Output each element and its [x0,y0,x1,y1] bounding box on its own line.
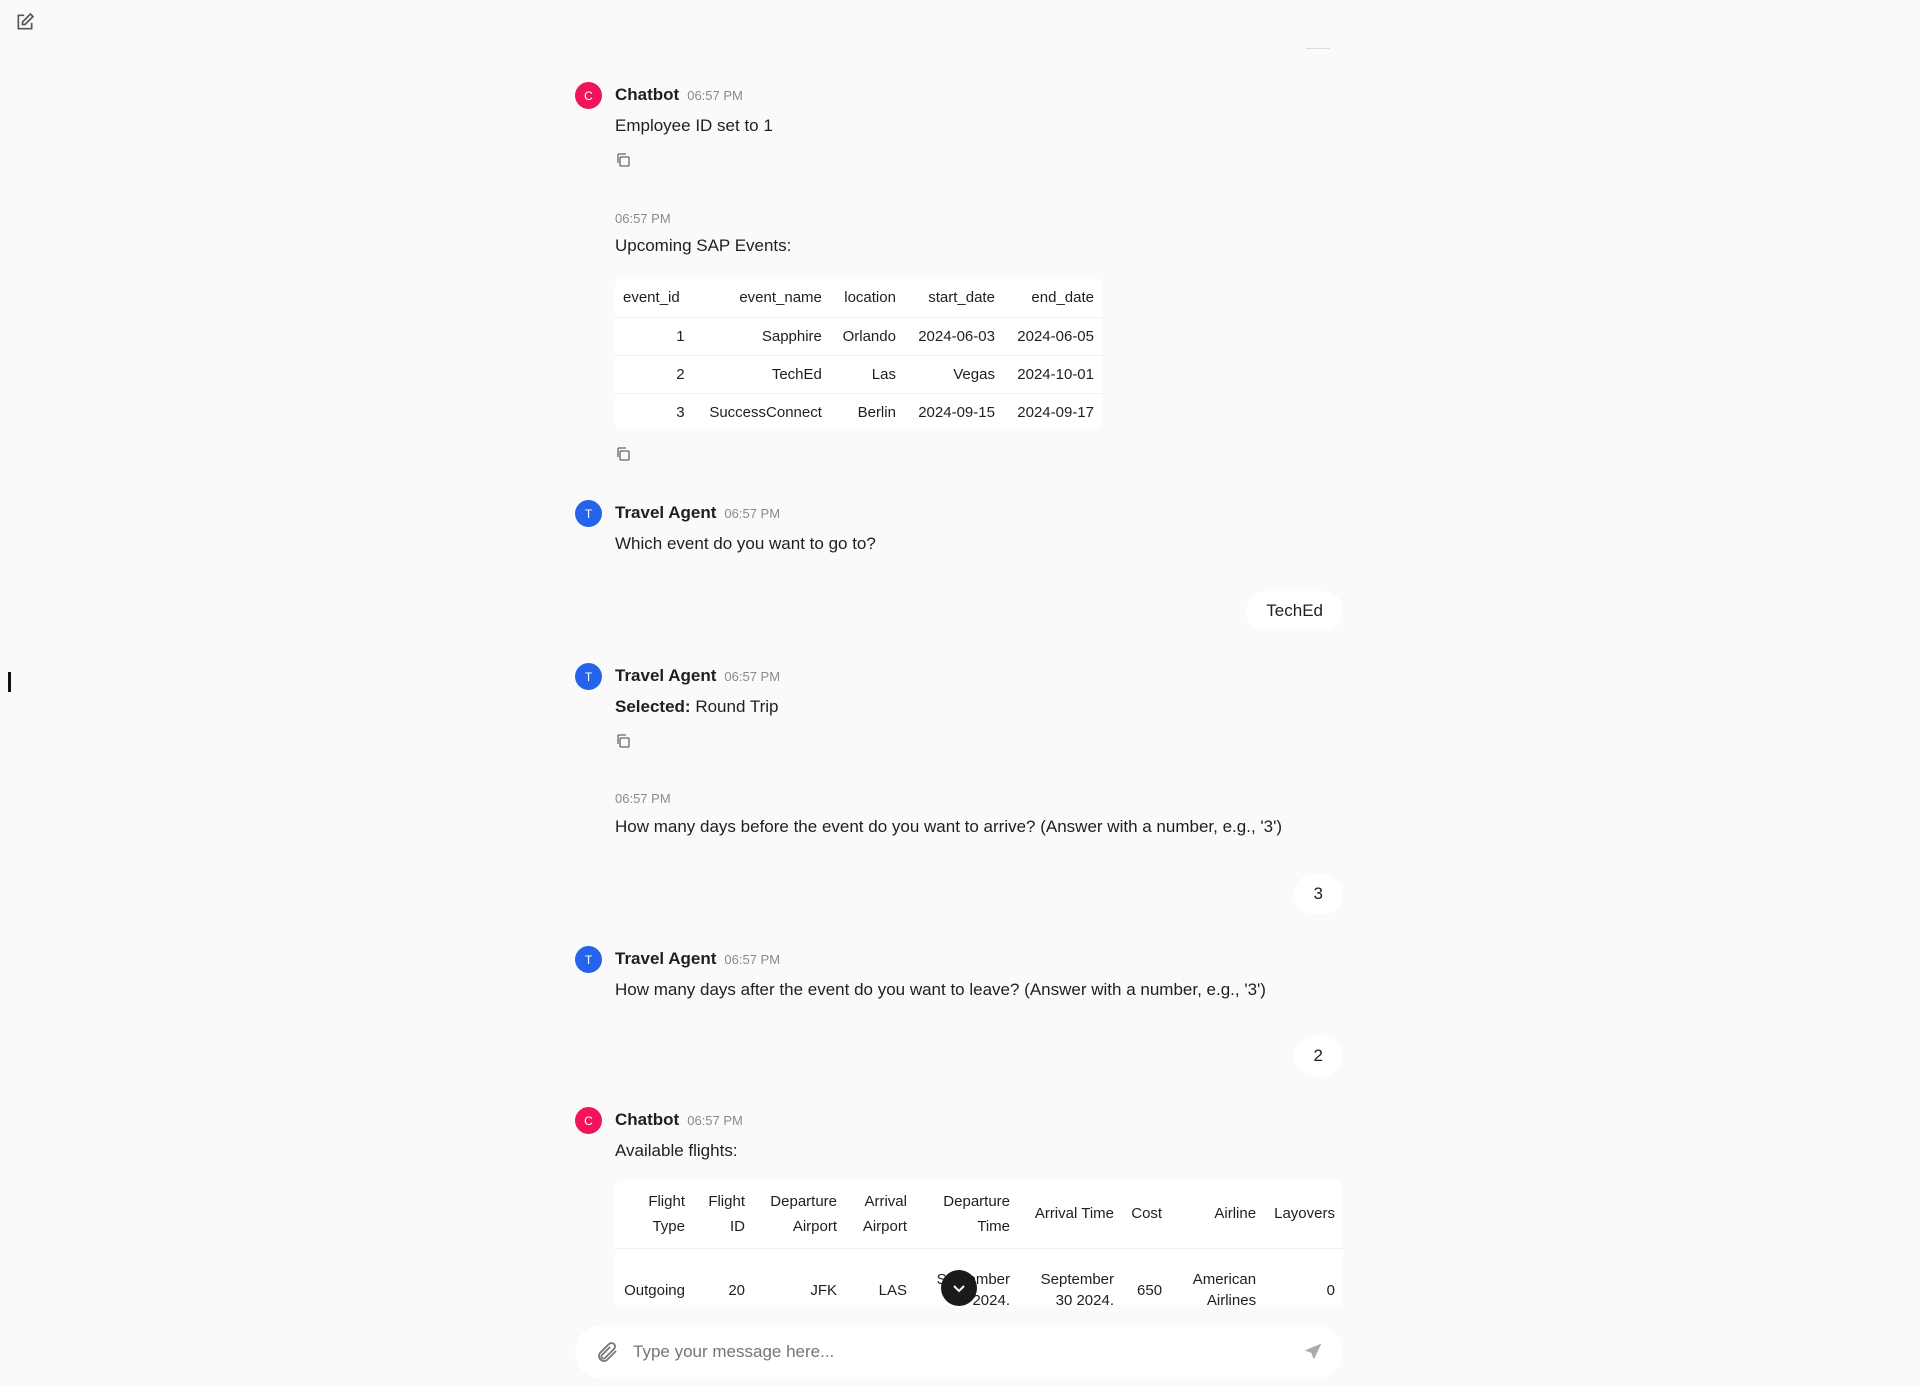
column-header: location [844,289,896,307]
timestamp: 06:57 PM [724,669,781,684]
copy-icon[interactable] [615,446,631,462]
cell: Outgoing [615,1247,693,1305]
label: Selected: [615,697,691,716]
table-row: Outgoing20JFKLASSeptember 2024,September… [615,1247,1343,1305]
cell: 2024-09-15 [903,392,1003,431]
cell: Vegas [903,354,1003,393]
avatar: C [575,82,602,109]
timestamp: 06:57 PM [687,88,743,103]
sender-name: Travel Agent [615,949,717,968]
avatar: C [575,1107,602,1134]
cell: 2024-06-03 [903,316,1003,355]
user-message: 2 [1293,1036,1343,1076]
cell: SuccessConnect [692,392,830,431]
table-header: Flight Type Flight ID Departure Airport Arr… [615,1180,1343,1248]
column-header: Airline [1214,1205,1257,1223]
paperclip-icon[interactable] [595,1340,619,1364]
table-header: event_id event_name location start_date end_… [615,277,1102,317]
send-icon[interactable] [1303,1342,1323,1362]
timestamp: 06:57 PM [687,1113,743,1128]
sender-name: Travel Agent [615,666,717,685]
avatar: T [575,946,602,973]
message-text: Employee ID set to 1 [615,116,773,135]
message-composer [575,1325,1343,1379]
table-row: 1 Sapphire Orlando 2024-06-03 2024-06-05 [615,316,1102,355]
user-message: TechEd [1246,591,1343,631]
cell: 2 [615,354,693,393]
timestamp: 06:57 PM [724,952,781,967]
cell: 1 [615,316,693,355]
column-header: Flight Type [648,1192,685,1235]
value: Round Trip [690,697,779,716]
message-text: Selected: Round Trip [615,697,778,717]
timestamp: 06:57 PM [615,791,671,806]
events-table: event_id event_name location start_date end_… [615,277,1102,431]
table-row: 3 SuccessConnect Berlin 2024-09-15 2024-09-1… [615,392,1102,431]
message-text: Which event do you want to go to? [615,534,876,553]
edit-icon [17,12,35,30]
column-header: start_date [928,289,995,307]
cell: Sapphire [692,316,830,355]
column-header: Arrival Airport [862,1192,907,1235]
message-text: How many days after the event do you wan… [615,980,1266,999]
cell: 20 [693,1247,753,1305]
column-header: event_id [623,289,680,307]
message-input[interactable] [633,1342,1303,1362]
column-header: Departure Airport [770,1192,837,1235]
divider [1306,48,1330,49]
avatar: T [575,663,602,690]
new-chat-button[interactable] [15,12,35,37]
cell: 650 [1122,1247,1171,1305]
text-cursor [8,672,11,692]
timestamp: 06:57 PM [615,211,671,226]
user-message: 3 [1293,874,1343,914]
copy-icon[interactable] [615,152,631,168]
cell: 0 [1264,1247,1343,1305]
column-header: Departure Time [943,1192,1010,1235]
cell: JFK [753,1247,845,1305]
copy-icon[interactable] [615,733,631,749]
sender-name: Chatbot [615,85,680,104]
scroll-down-button[interactable] [941,1270,977,1306]
chevron-down-icon [953,1285,965,1293]
cell: 2024-09-17 [1002,392,1102,431]
cell: 2024-06-05 [1002,316,1102,355]
column-header: event_name [739,289,822,307]
avatar: T [575,500,602,527]
sender-name: Chatbot [615,1110,680,1129]
cell: 3 [615,392,693,431]
cell: Berlin [829,392,904,431]
flights-table: Flight Type Flight ID Departure Airport Arr… [615,1180,1343,1305]
column-header: Layovers [1274,1205,1335,1223]
cell: Las [829,354,904,393]
cell: Orlando [829,316,904,355]
table-row: 2 TechEd Las Vegas 2024-10-01 [615,354,1102,393]
cell: September 30 2024, [1018,1247,1122,1305]
message-text: Upcoming SAP Events: [615,236,792,255]
message-text: How many days before the event do you wa… [615,817,1282,836]
cell: LAS [845,1247,915,1305]
timestamp: 06:57 PM [724,506,781,521]
column-header: Arrival Time [1034,1205,1114,1223]
cell: 2024-10-01 [1002,354,1102,393]
message-text: Available flights: [615,1141,738,1160]
cell: TechEd [692,354,830,393]
cell: American Airlines [1170,1247,1265,1305]
column-header: Cost [1131,1205,1163,1223]
sender-name: Travel Agent [615,503,717,522]
column-header: end_date [1031,289,1094,307]
column-header: Flight ID [708,1192,745,1235]
